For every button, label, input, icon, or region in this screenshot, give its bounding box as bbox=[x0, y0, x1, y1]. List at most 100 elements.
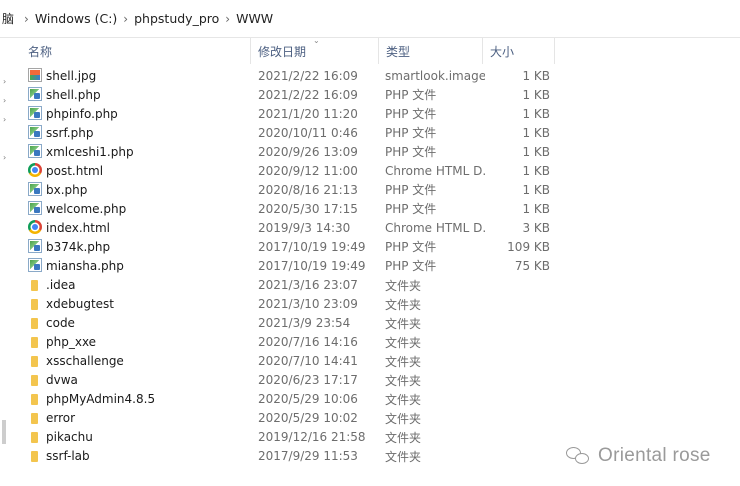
file-date: 2020/7/16 14:16 bbox=[258, 335, 358, 350]
file-type: 文件夹 bbox=[385, 297, 422, 312]
file-name: xdebugtest bbox=[46, 297, 114, 312]
file-row[interactable]: xmlceshi1.php 2020/9/26 13:09 PHP 文件 1 KB bbox=[0, 142, 740, 161]
file-row[interactable]: dvwa 2020/6/23 17:17 文件夹 bbox=[0, 371, 740, 390]
file-type: smartlook.image bbox=[385, 68, 485, 83]
file-name: xsschallenge bbox=[46, 354, 124, 369]
file-name: error bbox=[46, 411, 76, 426]
folder-icon bbox=[31, 431, 38, 443]
file-type: 文件夹 bbox=[385, 373, 422, 388]
file-row[interactable]: shell.jpg 2021/2/22 16:09 smartlook.image 1… bbox=[0, 66, 740, 85]
file-type: 文件夹 bbox=[385, 392, 422, 407]
file-size: 3 KB bbox=[522, 220, 550, 235]
file-type: Chrome HTML D... bbox=[385, 220, 485, 235]
file-row[interactable]: .idea 2021/3/16 23:07 文件夹 bbox=[0, 276, 740, 295]
php-file-icon bbox=[28, 239, 42, 254]
file-name: pikachu bbox=[46, 430, 93, 445]
file-size: 1 KB bbox=[522, 182, 550, 197]
address-fragment: 脑 bbox=[2, 12, 15, 26]
file-name: bx.php bbox=[46, 182, 88, 197]
file-name: shell.jpg bbox=[46, 68, 97, 83]
column-header-size[interactable]: 大小 bbox=[482, 38, 554, 64]
file-size: 75 KB bbox=[514, 258, 550, 273]
image-file-icon bbox=[28, 68, 42, 82]
file-date: 2017/10/19 19:49 bbox=[258, 258, 366, 273]
file-row[interactable]: xsschallenge 2020/7/10 14:41 文件夹 bbox=[0, 352, 740, 371]
folder-icon bbox=[31, 355, 38, 367]
file-size: 1 KB bbox=[522, 201, 550, 216]
file-name: shell.php bbox=[46, 87, 101, 102]
file-date: 2020/9/12 11:00 bbox=[258, 163, 358, 178]
folder-icon bbox=[31, 279, 38, 291]
file-name: dvwa bbox=[46, 373, 78, 388]
column-header-type[interactable]: 类型 bbox=[378, 38, 482, 64]
file-row[interactable]: error 2020/5/29 10:02 文件夹 bbox=[0, 409, 740, 428]
file-name: php_xxe bbox=[46, 335, 97, 350]
file-date: 2020/5/29 10:06 bbox=[258, 392, 358, 407]
file-name: welcome.php bbox=[46, 201, 127, 216]
breadcrumb-separator-icon: › bbox=[225, 11, 231, 26]
file-name: ssrf-lab bbox=[46, 449, 90, 464]
folder-icon bbox=[31, 393, 38, 405]
file-type: 文件夹 bbox=[385, 411, 422, 426]
file-type: PHP 文件 bbox=[385, 183, 437, 198]
column-header-modified[interactable]: 修改日期 bbox=[250, 38, 378, 64]
file-row[interactable]: shell.php 2021/2/22 16:09 PHP 文件 1 KB bbox=[0, 85, 740, 104]
chrome-html-icon bbox=[28, 220, 42, 235]
address-bar[interactable]: 脑 › Windows (C:) › phpstudy_pro › WWW bbox=[0, 0, 740, 38]
watermark-text: Oriental rose bbox=[598, 445, 711, 466]
file-type: PHP 文件 bbox=[385, 145, 437, 160]
file-row[interactable]: welcome.php 2020/5/30 17:15 PHP 文件 1 KB bbox=[0, 199, 740, 218]
file-type: PHP 文件 bbox=[385, 202, 437, 217]
file-name: ssrf.php bbox=[46, 125, 94, 140]
file-size: 109 KB bbox=[507, 239, 550, 254]
file-row[interactable]: b374k.php 2017/10/19 19:49 PHP 文件 109 KB bbox=[0, 237, 740, 256]
breadcrumb-drive[interactable]: Windows (C:) bbox=[35, 11, 117, 26]
file-type: 文件夹 bbox=[385, 278, 422, 293]
file-type: PHP 文件 bbox=[385, 126, 437, 141]
folder-icon bbox=[31, 298, 38, 310]
chrome-html-icon bbox=[28, 163, 42, 178]
php-file-icon bbox=[28, 258, 42, 273]
file-size: 1 KB bbox=[522, 125, 550, 140]
file-date: 2020/7/10 14:41 bbox=[258, 354, 358, 369]
file-date: 2021/3/16 23:07 bbox=[258, 278, 358, 293]
php-file-icon bbox=[28, 125, 42, 140]
breadcrumb-www[interactable]: WWW bbox=[236, 11, 273, 26]
file-type: 文件夹 bbox=[385, 449, 422, 464]
watermark: Oriental rose bbox=[566, 445, 711, 467]
file-row[interactable]: post.html 2020/9/12 11:00 Chrome HTML D...… bbox=[0, 161, 740, 180]
file-name: miansha.php bbox=[46, 258, 124, 273]
file-name: .idea bbox=[46, 278, 76, 293]
file-row[interactable]: php_xxe 2020/7/16 14:16 文件夹 bbox=[0, 333, 740, 352]
folder-icon bbox=[31, 450, 38, 462]
folder-icon bbox=[31, 336, 38, 348]
folder-icon bbox=[31, 412, 38, 424]
php-file-icon bbox=[28, 201, 42, 216]
file-row[interactable]: code 2021/3/9 23:54 文件夹 bbox=[0, 314, 740, 333]
file-size: 1 KB bbox=[522, 68, 550, 83]
file-row[interactable]: bx.php 2020/8/16 21:13 PHP 文件 1 KB bbox=[0, 180, 740, 199]
file-date: 2019/12/16 21:58 bbox=[258, 430, 366, 445]
file-name: index.html bbox=[46, 220, 110, 235]
file-row[interactable]: xdebugtest 2021/3/10 23:09 文件夹 bbox=[0, 295, 740, 314]
file-row[interactable]: miansha.php 2017/10/19 19:49 PHP 文件 75 KB bbox=[0, 256, 740, 275]
breadcrumb-phpstudy[interactable]: phpstudy_pro bbox=[134, 11, 219, 26]
file-size: 1 KB bbox=[522, 106, 550, 121]
column-divider[interactable] bbox=[554, 38, 555, 64]
file-date: 2021/2/22 16:09 bbox=[258, 87, 358, 102]
file-row[interactable]: phpinfo.php 2021/1/20 11:20 PHP 文件 1 KB bbox=[0, 104, 740, 123]
file-date: 2020/5/30 17:15 bbox=[258, 201, 358, 216]
file-name: phpinfo.php bbox=[46, 106, 118, 121]
file-row[interactable]: index.html 2019/9/3 14:30 Chrome HTML D...… bbox=[0, 218, 740, 237]
breadcrumb-separator-icon: › bbox=[123, 11, 129, 26]
file-type: PHP 文件 bbox=[385, 107, 437, 122]
file-row[interactable]: ssrf.php 2020/10/11 0:46 PHP 文件 1 KB bbox=[0, 123, 740, 142]
file-type: 文件夹 bbox=[385, 316, 422, 331]
file-date: 2020/9/26 13:09 bbox=[258, 144, 358, 159]
file-type: Chrome HTML D... bbox=[385, 163, 485, 178]
column-header-name[interactable]: 名称 bbox=[20, 38, 250, 64]
file-row[interactable]: phpMyAdmin4.8.5 2020/5/29 10:06 文件夹 bbox=[0, 390, 740, 409]
php-file-icon bbox=[28, 87, 42, 102]
file-date: 2021/3/9 23:54 bbox=[258, 316, 351, 331]
file-type: PHP 文件 bbox=[385, 240, 437, 255]
